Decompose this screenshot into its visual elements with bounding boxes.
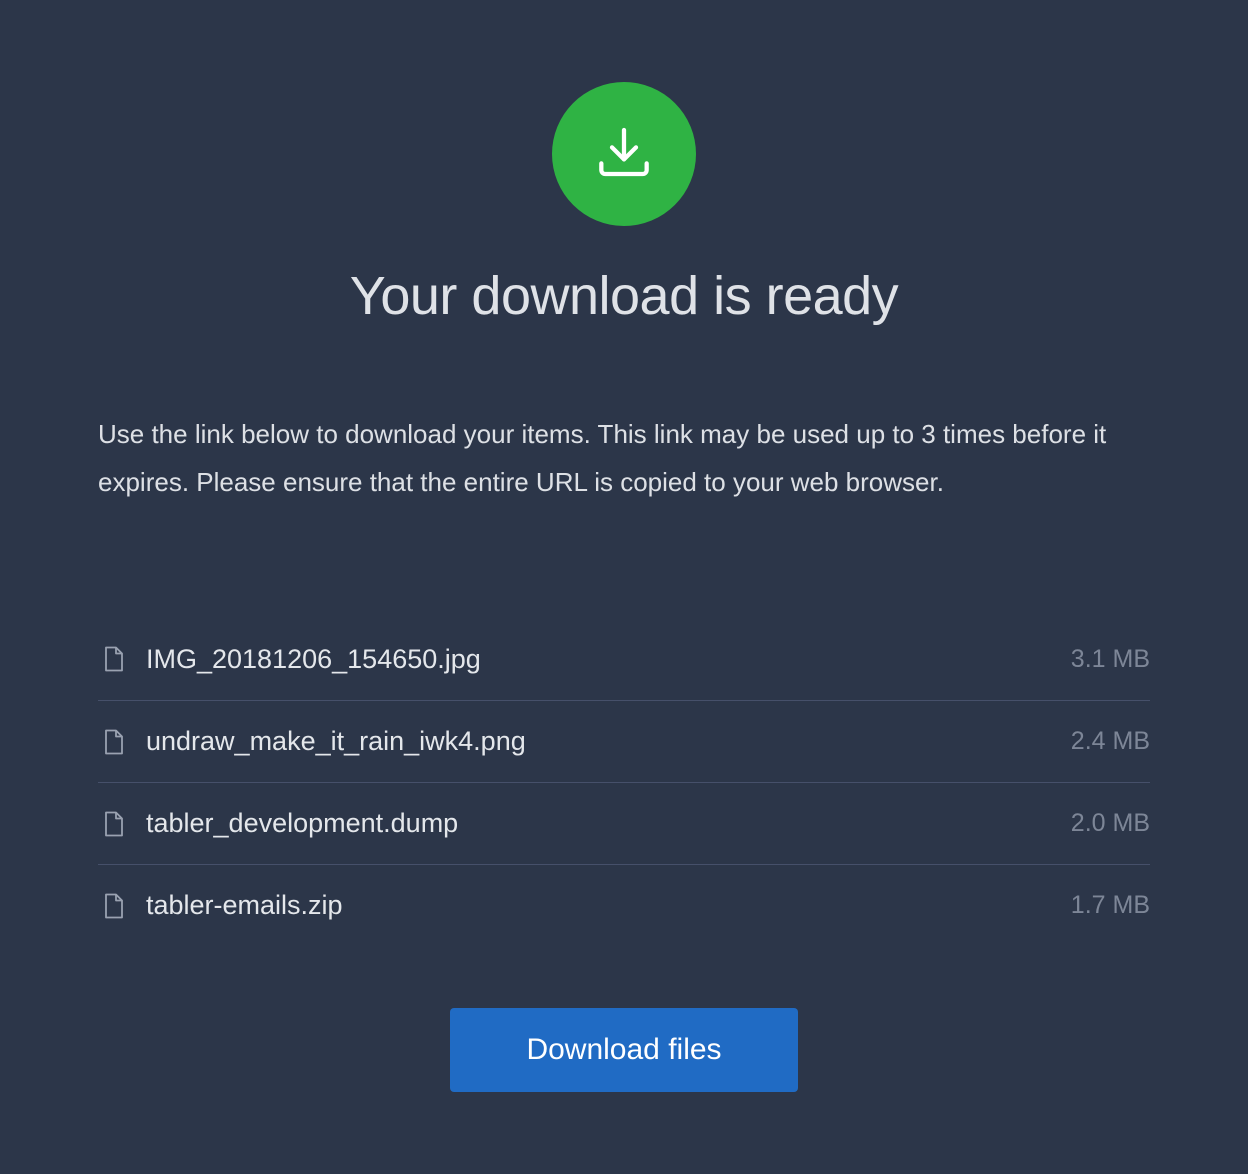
file-name: IMG_20181206_154650.jpg [146, 643, 481, 674]
file-size: 1.7 MB [1070, 891, 1150, 919]
file-list: IMG_20181206_154650.jpg 3.1 MB undraw_ma… [98, 618, 1150, 946]
file-icon [102, 728, 126, 756]
file-size: 2.4 MB [1070, 727, 1150, 755]
download-icon [599, 127, 649, 177]
file-name: undraw_make_it_rain_iwk4.png [146, 726, 526, 756]
file-row: IMG_20181206_154650.jpg 3.1 MB [98, 618, 1150, 700]
page-title: Your download is ready [349, 266, 899, 326]
file-row: tabler-emails.zip 1.7 MB [98, 864, 1150, 946]
download-files-button[interactable]: Download files [450, 1008, 798, 1092]
file-row: tabler_development.dump 2.0 MB [98, 782, 1150, 864]
download-badge [552, 82, 696, 226]
download-instructions: Use the link below to download your item… [98, 419, 1107, 497]
file-icon [102, 892, 126, 920]
file-size: 2.0 MB [1070, 809, 1150, 837]
file-icon [102, 810, 126, 838]
file-size: 3.1 MB [1070, 644, 1150, 673]
file-row: undraw_make_it_rain_iwk4.png 2.4 MB [98, 700, 1150, 782]
file-name: tabler-emails.zip [146, 890, 343, 920]
file-name: tabler_development.dump [146, 808, 459, 838]
file-icon [102, 645, 126, 673]
